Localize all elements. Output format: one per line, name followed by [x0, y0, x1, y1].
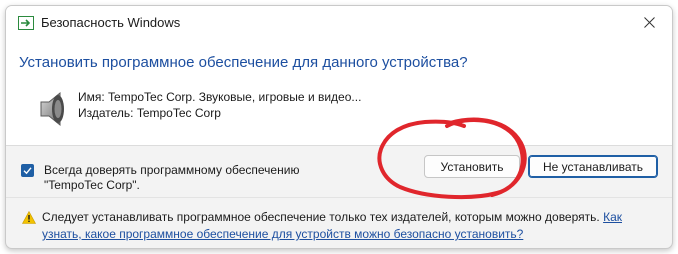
close-icon — [643, 16, 655, 28]
warning-message: Следует устанавливать программное обеспе… — [42, 209, 662, 243]
content-divider — [6, 145, 672, 146]
checkmark-icon — [23, 167, 32, 175]
window-title: Безопасность Windows — [41, 15, 181, 30]
install-button[interactable]: Установить — [424, 155, 520, 178]
dialog-content: Установить программное обеспечение для д… — [6, 40, 672, 145]
footer-divider — [6, 197, 672, 198]
close-button[interactable] — [626, 6, 672, 38]
warning-text: Следует устанавливать программное обеспе… — [42, 210, 600, 224]
trust-checkbox-label[interactable]: Всегда доверять программному обеспечению… — [44, 163, 299, 193]
speaker-icon — [40, 91, 64, 127]
dialog-heading: Установить программное обеспечение для д… — [19, 54, 468, 71]
warning-shield-icon — [22, 211, 36, 224]
title-bar: Безопасность Windows — [6, 6, 672, 40]
device-publisher: Издатель: TempoTec Corp — [78, 106, 221, 120]
trust-checkbox-label-line2: "TempoTec Corp". — [44, 178, 140, 192]
security-dialog: Безопасность Windows Установить программ… — [5, 5, 673, 249]
trust-checkbox[interactable] — [21, 164, 34, 177]
trust-checkbox-label-line1: Всегда доверять программному обеспечению — [44, 163, 300, 177]
security-shield-icon — [18, 16, 34, 30]
device-name: Имя: TempoTec Corp. Звуковые, игровые и … — [78, 90, 362, 104]
dont-install-button[interactable]: Не устанавливать — [528, 155, 658, 178]
